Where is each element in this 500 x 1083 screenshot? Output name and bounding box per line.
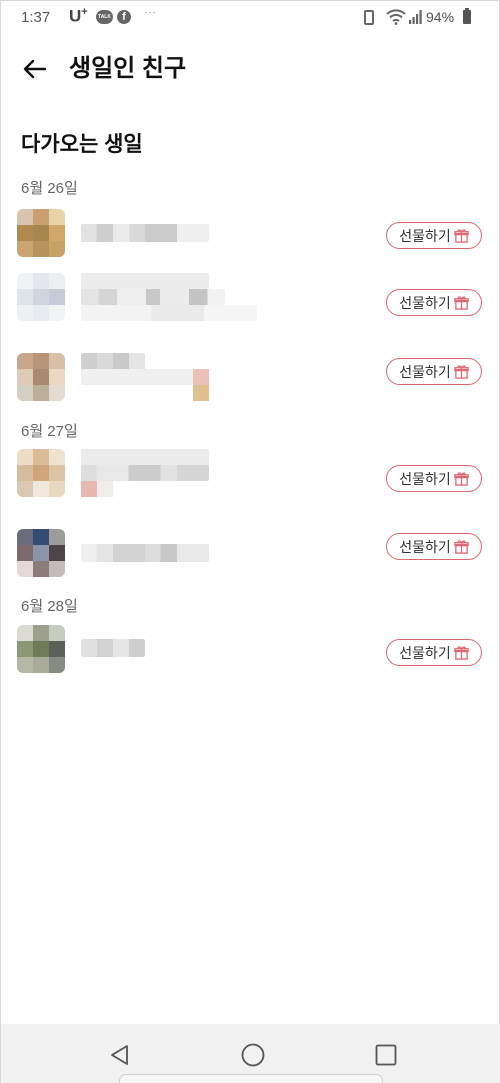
gift-button[interactable]: 선물하기	[386, 222, 482, 249]
nav-back-icon	[111, 1045, 128, 1065]
friend-avatar[interactable]	[17, 529, 65, 577]
gesture-handle[interactable]	[119, 1074, 383, 1083]
status-emoji-blurred	[97, 481, 113, 497]
gift-button-label: 선물하기	[399, 227, 451, 244]
date-header: 6월 27일	[21, 423, 78, 440]
gift-button[interactable]: 선물하기	[386, 358, 482, 385]
gift-button[interactable]: 선물하기	[386, 639, 482, 666]
page-title: 생일인 친구	[69, 55, 187, 82]
friend-avatar[interactable]	[17, 449, 65, 497]
gift-button-label: 선물하기	[399, 470, 451, 487]
status-emoji-blurred	[81, 481, 97, 497]
gift-button[interactable]: 선물하기	[386, 289, 482, 316]
friend-status-blurred	[81, 289, 225, 305]
friend-status-blurred	[81, 305, 257, 321]
status-emoji-blurred	[193, 385, 209, 401]
friend-name-blurred	[81, 224, 209, 242]
friend-row[interactable]: 선물하기	[1, 529, 500, 593]
nav-back-button[interactable]	[105, 1040, 135, 1070]
signal-icon	[409, 10, 422, 24]
gift-box-icon	[454, 646, 469, 660]
carrier-plus: +	[81, 6, 88, 18]
gift-box-icon	[454, 472, 469, 486]
date-header: 6월 26일	[21, 180, 78, 197]
friend-row[interactable]: 선물하기	[1, 449, 500, 513]
gift-button-label: 선물하기	[399, 294, 451, 311]
kakaotalk-icon: TALK	[96, 10, 113, 24]
friend-avatar[interactable]	[17, 273, 65, 321]
friend-name-blurred	[81, 544, 209, 562]
friend-avatar[interactable]	[17, 625, 65, 673]
status-emoji-blurred	[193, 369, 209, 385]
friend-row[interactable]: 선물하기	[1, 209, 500, 273]
back-arrow-icon	[23, 59, 47, 79]
app-screen: 1:37 U+ TALK f ··· 94% 생일인 친구 다가오는 생일 6월…	[0, 0, 500, 1083]
gift-button-label: 선물하기	[399, 644, 451, 661]
gift-box-icon	[454, 540, 469, 554]
facebook-icon: f	[117, 10, 131, 24]
gift-button[interactable]: 선물하기	[386, 465, 482, 492]
friend-status-blurred	[81, 465, 209, 481]
vibrate-icon	[364, 10, 374, 25]
gift-box-icon	[454, 296, 469, 310]
nav-recents-icon	[375, 1044, 397, 1066]
friend-row[interactable]: 선물하기	[1, 353, 500, 417]
carrier-label: U+	[69, 6, 88, 27]
gift-button[interactable]: 선물하기	[386, 533, 482, 560]
carrier-name: U	[69, 6, 82, 26]
friend-row[interactable]: 선물하기	[1, 273, 500, 337]
battery-percent: 94%	[426, 9, 455, 25]
wifi-icon	[386, 9, 406, 25]
friend-row[interactable]: 선물하기	[1, 625, 500, 689]
friend-status-blurred	[81, 369, 193, 385]
gift-box-icon	[454, 365, 469, 379]
nav-home-icon	[241, 1043, 265, 1067]
more-notifications-icon: ···	[144, 7, 157, 18]
nav-recents-button[interactable]	[371, 1040, 401, 1070]
battery-icon	[463, 8, 471, 24]
date-header: 6월 28일	[21, 598, 78, 615]
section-title: 다가오는 생일	[21, 133, 143, 156]
friend-name-blurred	[81, 639, 145, 657]
gift-button-label: 선물하기	[399, 538, 451, 555]
gift-box-icon	[454, 229, 469, 243]
friend-avatar[interactable]	[17, 209, 65, 257]
nav-home-button[interactable]	[238, 1040, 268, 1070]
back-button[interactable]	[19, 53, 51, 85]
status-time: 1:37	[21, 9, 51, 26]
system-nav-bar	[1, 1024, 500, 1083]
gift-button-label: 선물하기	[399, 363, 451, 380]
friend-avatar[interactable]	[17, 353, 65, 401]
status-bar: 1:37 U+ TALK f ··· 94%	[1, 1, 500, 35]
